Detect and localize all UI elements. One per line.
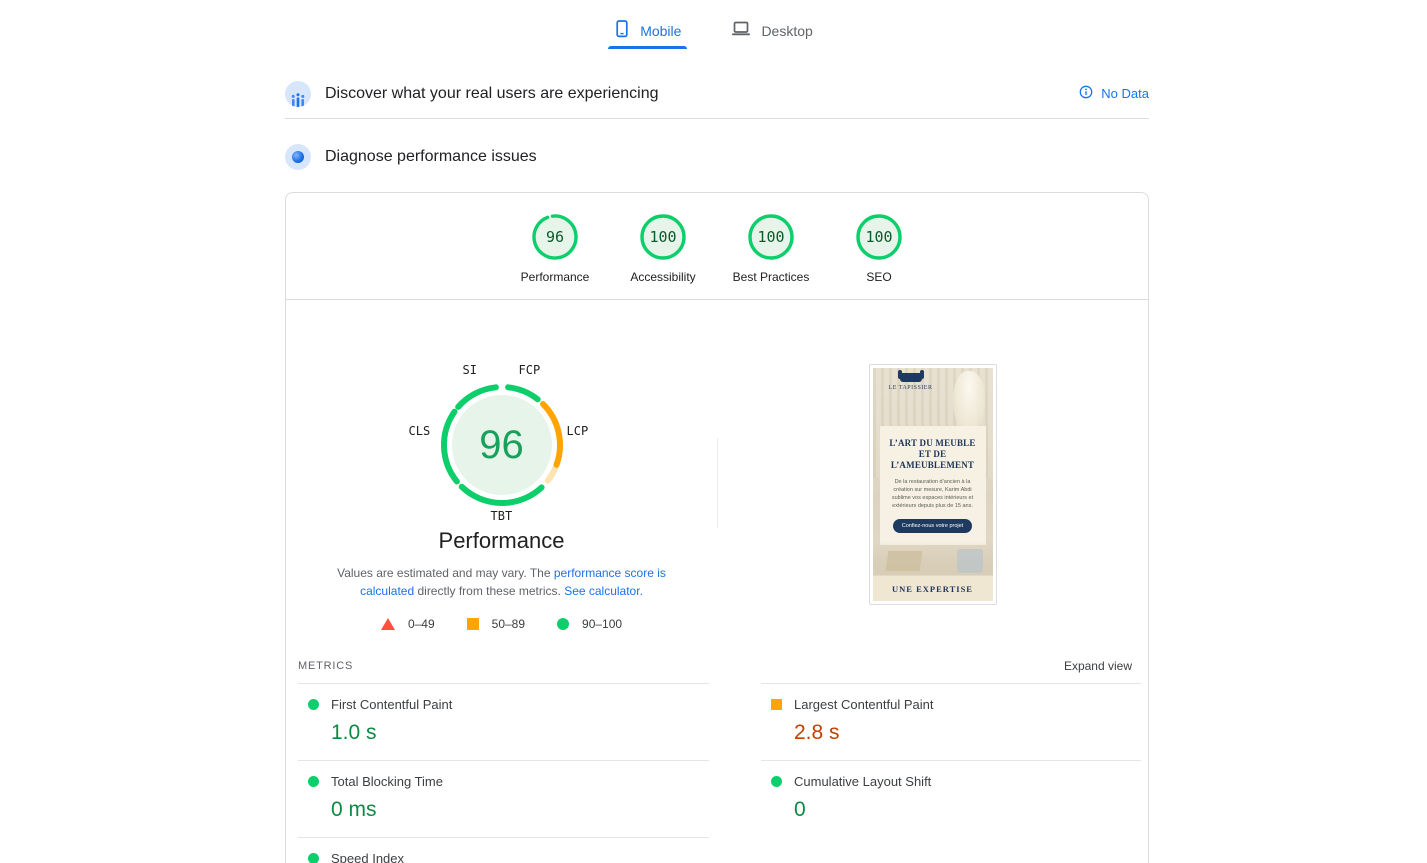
field-data-title: Discover what your real users are experi… bbox=[325, 85, 658, 103]
performance-score-ring: 96 bbox=[531, 213, 579, 261]
gauge-label-fcp: FCP bbox=[519, 363, 541, 377]
svg-text:100: 100 bbox=[649, 228, 676, 246]
hero-cta-button: Confiez-nous votre projet bbox=[893, 519, 972, 533]
svg-text:96: 96 bbox=[546, 228, 564, 246]
performance-gauge-pane: SI FCP CLS LCP TBT 96 Performance Values… bbox=[286, 300, 717, 631]
sofa-logo-icon bbox=[900, 373, 922, 382]
metric-value: 2.8 s bbox=[794, 721, 1141, 745]
tab-desktop[interactable]: Desktop bbox=[725, 16, 818, 55]
final-screenshot-pane: LE TAPISSIER L’ART DU MEUBLE ET DE L’AME… bbox=[717, 300, 1148, 631]
pass-circle-icon bbox=[308, 853, 319, 863]
lab-section-header: Diagnose performance issues bbox=[285, 135, 1149, 179]
metric-name: First Contentful Paint bbox=[331, 697, 452, 712]
hero-heading: L’ART DU MEUBLE ET DE L’AMEUBLEMENT bbox=[885, 438, 981, 471]
performance-gauge: SI FCP CLS LCP TBT 96 bbox=[437, 380, 567, 510]
fail-triangle-icon bbox=[381, 618, 395, 630]
metric-name: Total Blocking Time bbox=[331, 774, 443, 789]
site-screenshot: LE TAPISSIER L’ART DU MEUBLE ET DE L’AME… bbox=[873, 368, 993, 601]
legend-range: 0–49 bbox=[408, 617, 435, 631]
desktop-laptop-icon bbox=[731, 21, 751, 40]
lab-section-title: Diagnose performance issues bbox=[325, 148, 537, 166]
disclaimer-text: Values are estimated and may vary. The bbox=[337, 566, 554, 580]
screenshot-footer-band: UNE EXPERTISE bbox=[873, 576, 993, 601]
metrics-header: METRICS bbox=[298, 660, 353, 672]
expand-view-button[interactable]: Expand view bbox=[1064, 659, 1132, 673]
performance-gauge-score: 96 bbox=[437, 380, 567, 510]
furniture-decoration bbox=[873, 541, 993, 575]
legend-average: 50–89 bbox=[467, 617, 525, 631]
svg-text:100: 100 bbox=[757, 228, 784, 246]
gauge-title: Performance bbox=[439, 528, 565, 554]
metric-name: Speed Index bbox=[331, 851, 404, 863]
metric-largest-contentful-paint: Largest Contentful Paint 2.8 s bbox=[761, 683, 1141, 760]
gauge-label-tbt: TBT bbox=[491, 509, 513, 523]
score-best-practices[interactable]: 100 Best Practices bbox=[733, 213, 809, 284]
diagnose-beacon-icon bbox=[285, 144, 311, 170]
chandelier-decoration bbox=[953, 371, 985, 433]
pass-circle-icon bbox=[557, 618, 569, 630]
legend-range: 50–89 bbox=[492, 617, 525, 631]
tab-mobile-label: Mobile bbox=[640, 23, 681, 39]
mobile-phone-icon bbox=[614, 20, 630, 41]
score-label: SEO bbox=[866, 270, 891, 284]
score-range-legend: 0–49 50–89 90–100 bbox=[381, 617, 622, 631]
metric-first-contentful-paint: First Contentful Paint 1.0 s bbox=[298, 683, 709, 760]
site-name: LE TAPISSIER bbox=[881, 385, 941, 391]
gauge-label-cls: CLS bbox=[409, 424, 431, 438]
score-label: Performance bbox=[521, 270, 590, 284]
pass-circle-icon bbox=[308, 776, 319, 787]
score-seo[interactable]: 100 SEO bbox=[841, 213, 917, 284]
metric-value: 1.0 s bbox=[331, 721, 709, 745]
pass-circle-icon bbox=[308, 699, 319, 710]
disclaimer-text: directly from these metrics. bbox=[414, 584, 564, 598]
metric-name: Largest Contentful Paint bbox=[794, 697, 933, 712]
metric-value: 0 ms bbox=[331, 798, 709, 822]
real-users-chart-icon bbox=[285, 81, 311, 107]
gauge-label-si: SI bbox=[463, 363, 477, 377]
score-accessibility[interactable]: 100 Accessibility bbox=[625, 213, 701, 284]
score-disclaimer: Values are estimated and may vary. The p… bbox=[318, 564, 686, 600]
lighthouse-report-card: 96 Performance 100 Accessibility 100 bbox=[285, 192, 1149, 863]
metrics-grid: First Contentful Paint 1.0 s Largest Con… bbox=[286, 683, 1148, 863]
metric-speed-index: Speed Index 1.7 s bbox=[298, 837, 709, 863]
tab-mobile[interactable]: Mobile bbox=[608, 16, 687, 55]
score-label: Best Practices bbox=[733, 270, 810, 284]
legend-fail: 0–49 bbox=[381, 617, 435, 631]
site-logo: LE TAPISSIER bbox=[881, 373, 941, 391]
svg-text:100: 100 bbox=[865, 228, 892, 246]
no-data-label: No Data bbox=[1101, 86, 1149, 101]
metric-value: 0 bbox=[794, 798, 1141, 822]
gauge-label-lcp: LCP bbox=[567, 424, 589, 438]
score-performance[interactable]: 96 Performance bbox=[517, 213, 593, 284]
final-screenshot-thumbnail[interactable]: LE TAPISSIER L’ART DU MEUBLE ET DE L’AME… bbox=[869, 364, 997, 605]
accessibility-score-ring: 100 bbox=[639, 213, 687, 261]
metric-total-blocking-time: Total Blocking Time 0 ms bbox=[298, 760, 709, 837]
seo-score-ring: 100 bbox=[855, 213, 903, 261]
metric-empty-cell bbox=[761, 837, 1141, 863]
metrics-header-row: METRICS Expand view bbox=[286, 653, 1148, 683]
legend-range: 90–100 bbox=[582, 617, 622, 631]
average-square-icon bbox=[771, 699, 782, 710]
field-data-section-header: Discover what your real users are experi… bbox=[285, 69, 1149, 119]
metric-cumulative-layout-shift: Cumulative Layout Shift 0 bbox=[761, 760, 1141, 837]
info-icon bbox=[1079, 85, 1093, 102]
main-content: Discover what your real users are experi… bbox=[285, 69, 1149, 863]
no-data-link[interactable]: No Data bbox=[1079, 85, 1149, 102]
score-calculator-link[interactable]: See calculator. bbox=[564, 584, 643, 598]
performance-overview-row: SI FCP CLS LCP TBT 96 Performance Values… bbox=[286, 300, 1148, 653]
category-scores-row: 96 Performance 100 Accessibility 100 bbox=[286, 193, 1148, 300]
pass-circle-icon bbox=[771, 776, 782, 787]
metric-name: Cumulative Layout Shift bbox=[794, 774, 931, 789]
hero-body-text: De la restauration d’ancien à la créatio… bbox=[885, 478, 981, 510]
device-tabbar: Mobile Desktop bbox=[0, 0, 1427, 55]
screenshot-footer-text: UNE EXPERTISE bbox=[892, 584, 973, 594]
score-label: Accessibility bbox=[630, 270, 695, 284]
tab-desktop-label: Desktop bbox=[761, 23, 812, 39]
average-square-icon bbox=[467, 618, 479, 630]
best-practices-score-ring: 100 bbox=[747, 213, 795, 261]
hero-card: L’ART DU MEUBLE ET DE L’AMEUBLEMENT De l… bbox=[880, 426, 986, 545]
legend-pass: 90–100 bbox=[557, 617, 622, 631]
